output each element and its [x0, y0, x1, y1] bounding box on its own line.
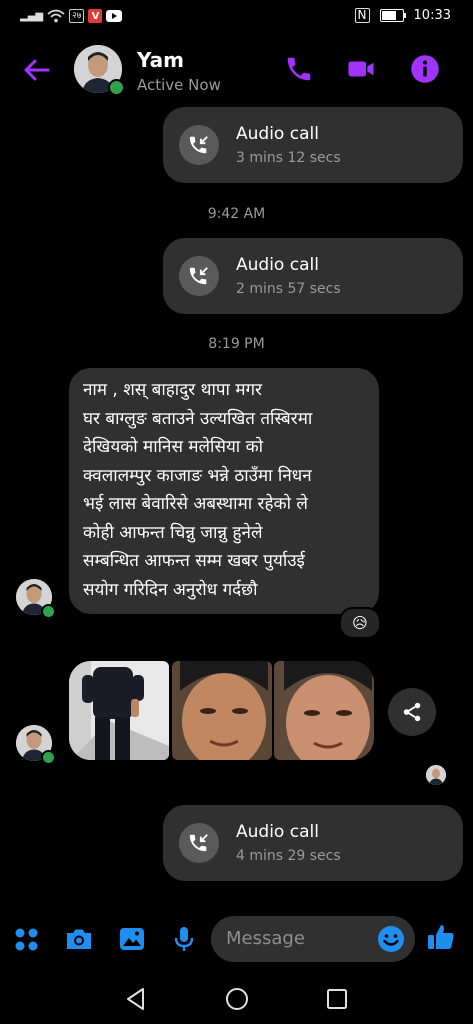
composer-bar: Message	[0, 914, 473, 966]
recents-nav-icon[interactable]	[322, 984, 352, 1014]
signal-icon: ▂▄▆	[20, 10, 44, 22]
back-nav-icon[interactable]	[121, 984, 151, 1014]
call-duration: 2 mins 57 secs	[236, 281, 341, 297]
info-icon[interactable]	[410, 54, 440, 84]
phone-call-icon[interactable]	[284, 54, 314, 84]
sad-reaction[interactable]: 😥	[339, 607, 381, 639]
message-line: सयोग गरिदिन अनुरोध गर्दछौ	[83, 579, 258, 600]
online-indicator	[41, 604, 56, 619]
microphone-icon[interactable]	[169, 924, 199, 954]
wifi-icon	[47, 9, 65, 23]
thumbs-up-icon[interactable]	[426, 922, 456, 952]
audio-call-bubble[interactable]: Audio call 4 mins 29 secs	[163, 805, 463, 881]
message-line: देखियको मानिस मलेसिया को	[83, 437, 264, 457]
seen-avatar	[426, 765, 446, 785]
incoming-call-icon	[189, 267, 208, 285]
contact-name[interactable]: Yam	[137, 48, 184, 72]
system-nav-bar	[0, 976, 473, 1024]
nfc-icon: N	[354, 8, 370, 23]
v-app-icon: V	[88, 9, 103, 23]
photo-attachment[interactable]	[69, 661, 169, 760]
incoming-call-icon	[189, 136, 208, 154]
online-indicator	[41, 750, 56, 765]
incoming-call-icon	[189, 834, 208, 852]
audio-call-bubble[interactable]: Audio call 3 mins 12 secs	[163, 107, 463, 183]
gallery-icon[interactable]	[117, 924, 147, 954]
photo-attachment[interactable]	[172, 661, 272, 760]
message-line: क्वलालम्पुर काजाङ भन्ने ठाउँमा निधन	[83, 465, 312, 486]
call-title: Audio call	[236, 822, 319, 842]
home-nav-icon[interactable]	[222, 984, 252, 1014]
call-duration: 3 mins 12 secs	[236, 150, 341, 166]
carrier-badge: २७	[69, 9, 85, 23]
message-text: नाम , शस् बाहादुर थापा मगर घर बाग्लुङ बत…	[83, 376, 377, 604]
youtube-icon	[106, 10, 123, 22]
status-bar: ▂▄▆ २७ V N 10:33	[0, 0, 473, 34]
online-indicator	[108, 79, 125, 96]
call-title: Audio call	[236, 124, 319, 144]
conversation-header: Yam Active Now	[0, 34, 473, 106]
contact-status: Active Now	[137, 76, 221, 94]
camera-icon[interactable]	[64, 924, 94, 954]
message-timestamp: 8:19 PM	[208, 336, 265, 352]
message-line: भई लास बेवारिसे अबस्थामा रहेको ले	[83, 494, 308, 514]
emoji-icon[interactable]	[376, 924, 406, 954]
text-message-bubble[interactable]: नाम , शस् बाहादुर थापा मगर घर बाग्लुङ बत…	[69, 368, 379, 614]
photo-attachment[interactable]	[274, 661, 374, 760]
audio-call-bubble[interactable]: Audio call 2 mins 57 secs	[163, 238, 463, 314]
battery-icon	[379, 9, 406, 22]
menu-dots-icon[interactable]	[12, 924, 42, 954]
share-button[interactable]	[388, 688, 436, 736]
call-duration: 4 mins 29 secs	[236, 848, 341, 864]
video-call-icon[interactable]	[346, 54, 376, 84]
sad-face-icon: 😥	[352, 614, 368, 632]
share-icon	[403, 702, 421, 722]
message-line: घर बाग्लुङ बताउने उल्यखित तस्बिरमा	[83, 408, 313, 429]
back-arrow-icon[interactable]	[20, 54, 52, 86]
message-line: सम्बन्धित आफन्त सम्म खबर पुर्याउई	[83, 551, 305, 571]
call-title: Audio call	[236, 255, 319, 275]
message-timestamp: 9:42 AM	[207, 206, 266, 222]
status-time: 10:33	[413, 8, 451, 23]
message-line: नाम , शस् बाहादुर थापा मगर	[83, 380, 263, 400]
message-line: कोही आफन्त चिन्नु जान्नु हुनेले	[83, 522, 263, 543]
